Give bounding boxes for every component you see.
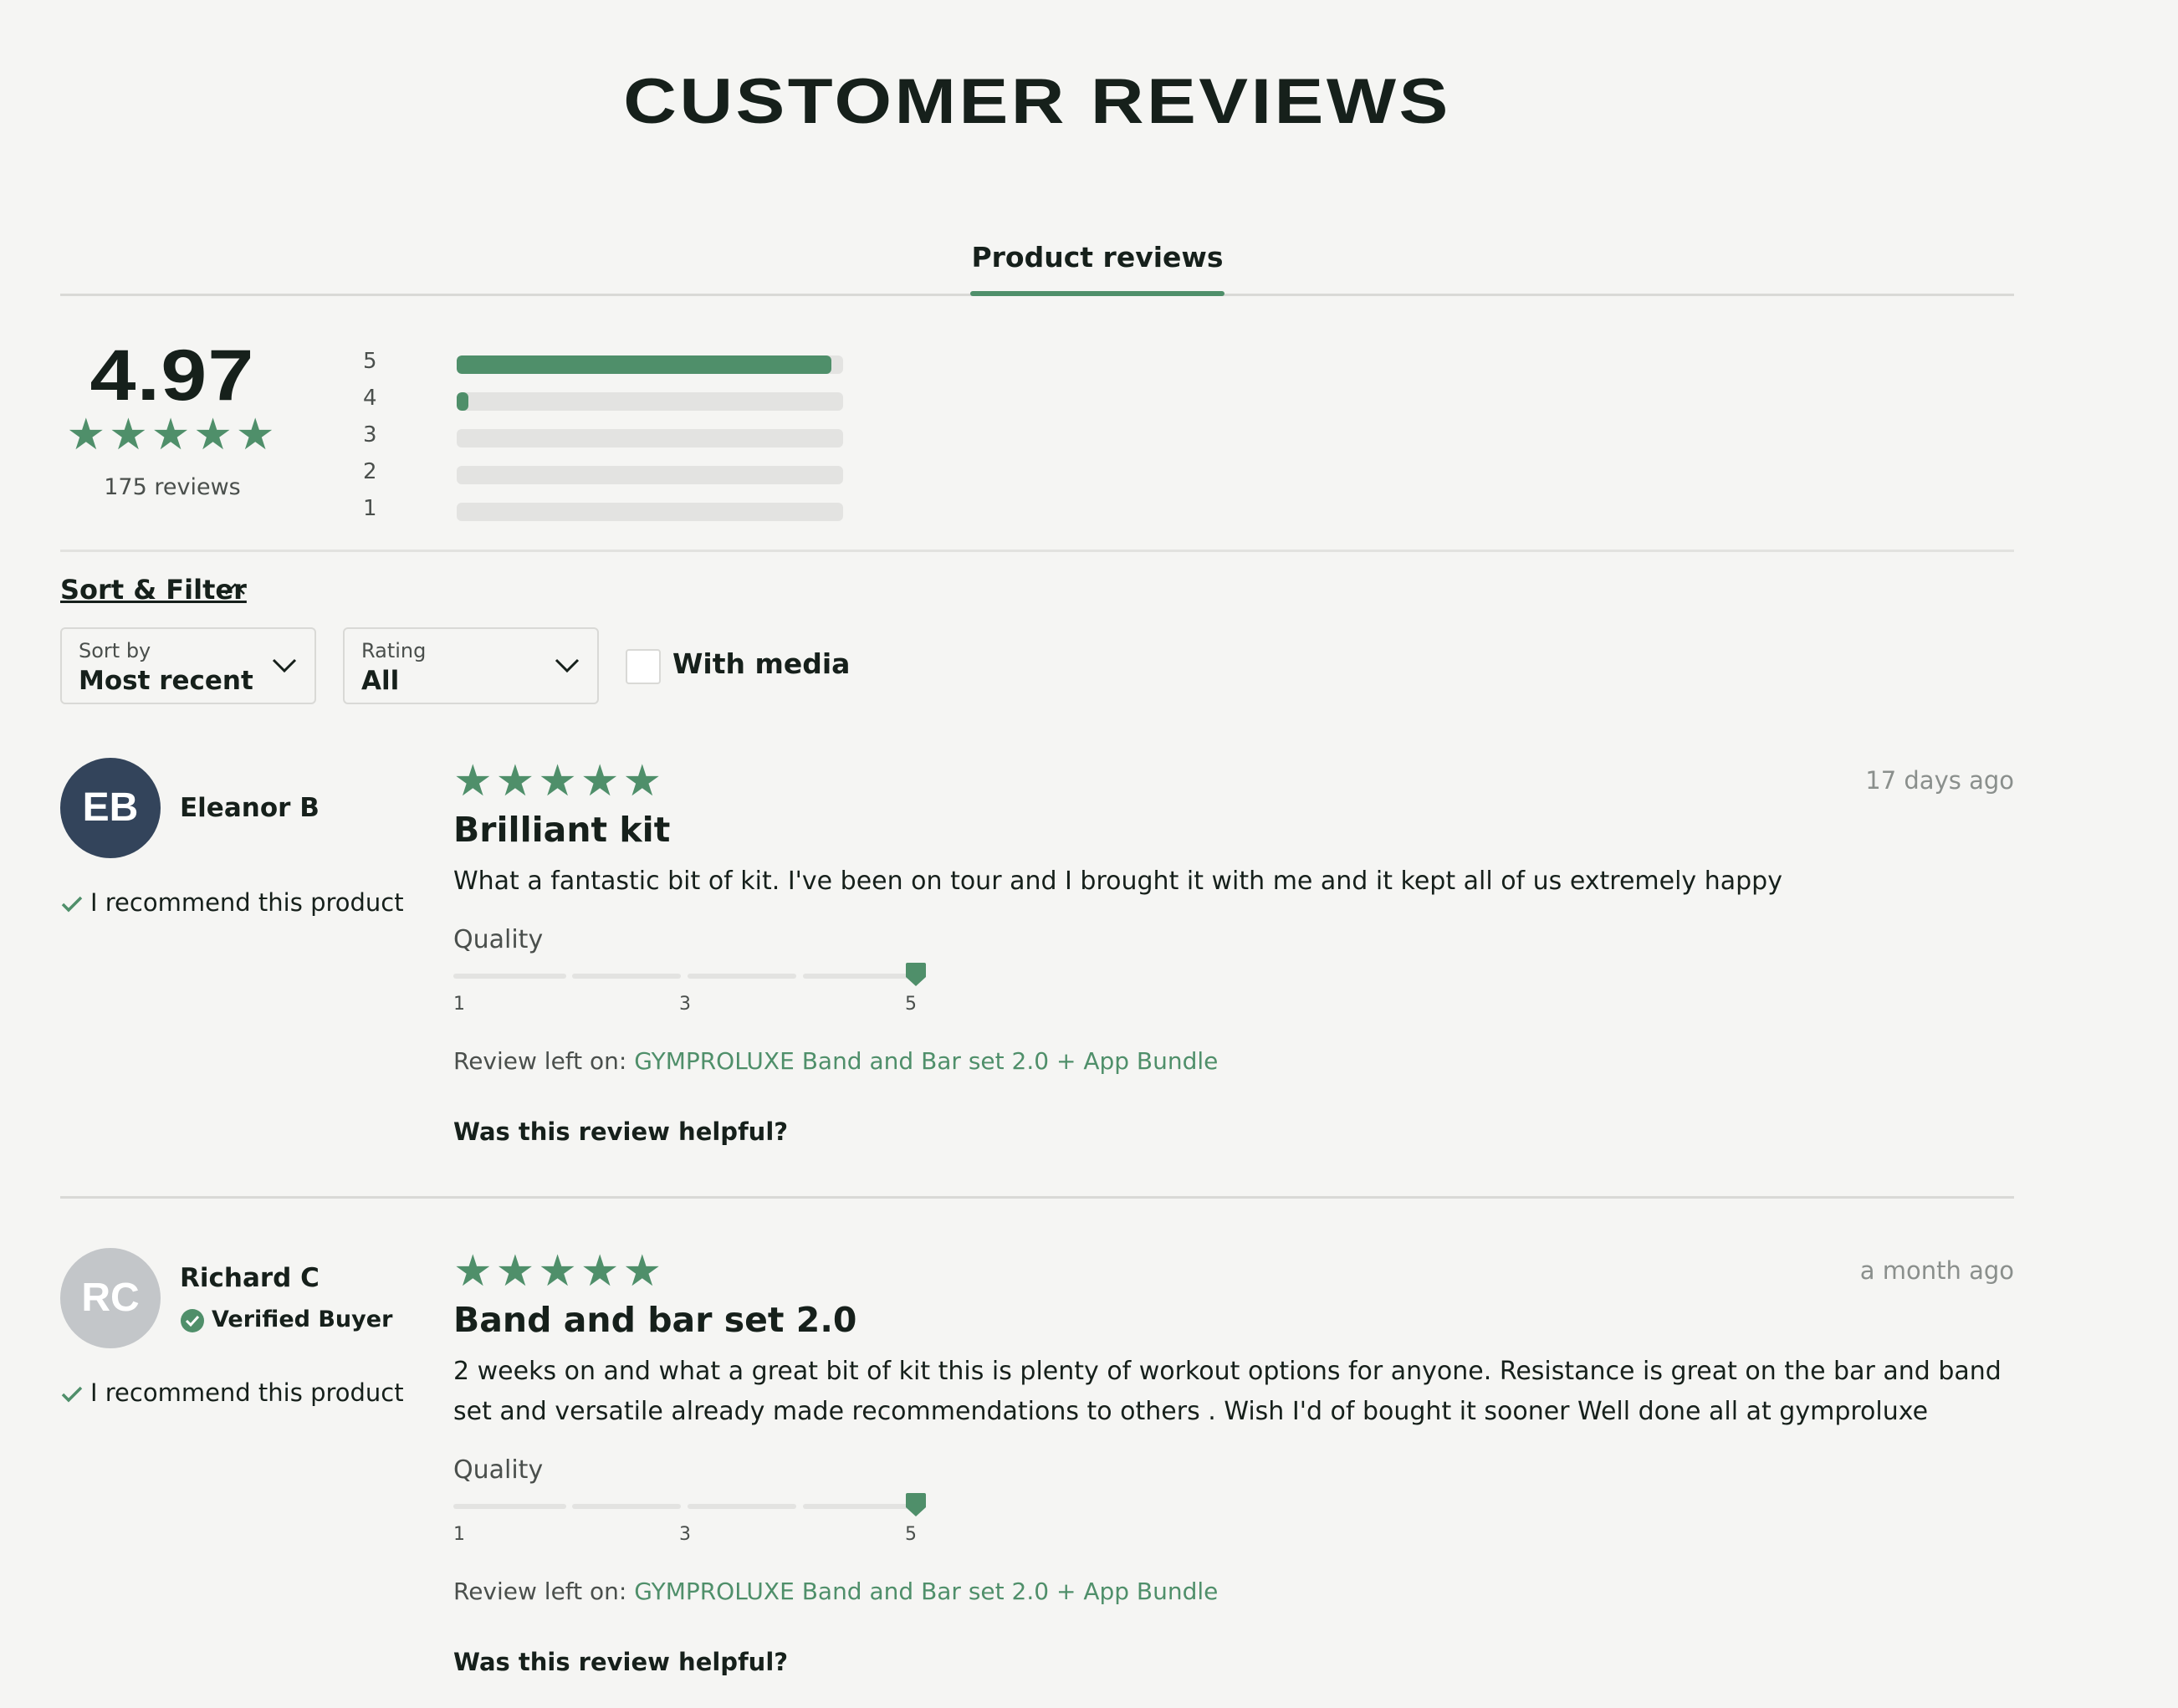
review-title: Band and bar set 2.0	[453, 1300, 857, 1340]
quality-label: Quality	[453, 925, 544, 954]
tab-product-reviews[interactable]: Product reviews	[970, 236, 1224, 296]
with-media-label[interactable]: With media	[672, 647, 850, 680]
breakdown-label: 4	[363, 386, 377, 411]
quality-segment	[688, 1504, 796, 1509]
helpful-prompt: Was this review helpful?	[453, 1117, 789, 1146]
quality-segment	[572, 1504, 681, 1509]
breakdown-row[interactable]: 1	[363, 490, 865, 527]
product-link[interactable]: GYMPROLUXE Band and Bar set 2.0 + App Bu…	[634, 1047, 1218, 1075]
quality-tick: 5	[905, 1524, 917, 1545]
review-left-on: Review left on: GYMPROLUXE Band and Bar …	[453, 1047, 1218, 1075]
review-divider	[60, 1196, 2014, 1199]
quality-tick: 1	[453, 994, 465, 1015]
review-title: Brilliant kit	[453, 810, 671, 850]
review-stars: ★★★★★	[453, 1246, 666, 1296]
quality-tick: 3	[679, 994, 691, 1015]
tab-bar: Product reviews	[60, 236, 2014, 296]
verified-label: Verified Buyer	[212, 1307, 393, 1332]
review-stars: ★★★★★	[453, 756, 666, 806]
recommend-text: I recommend this product	[90, 1378, 404, 1407]
breakdown-fill	[457, 392, 468, 411]
breakdown-row[interactable]: 3	[363, 417, 865, 453]
with-media-checkbox[interactable]	[626, 649, 661, 684]
quality-segment	[453, 1504, 566, 1509]
breakdown-track	[457, 392, 843, 411]
quality-marker-icon	[906, 1493, 926, 1516]
quality-ticks: 1 3 5	[453, 1524, 955, 1549]
review-body: What a fantastic bit of kit. I've been o…	[453, 867, 1782, 896]
breakdown-track	[457, 503, 843, 521]
review-body: 2 weeks on and what a great bit of kit t…	[453, 1357, 2002, 1426]
quality-scale	[453, 962, 938, 995]
check-icon	[61, 896, 83, 913]
review-count: 175 reviews	[104, 474, 241, 500]
breakdown-fill	[457, 355, 832, 374]
quality-segment	[803, 974, 912, 979]
review-date: 17 days ago	[1865, 766, 2014, 795]
review-left-on: Review left on: GYMPROLUXE Band and Bar …	[453, 1578, 1218, 1605]
breakdown-label: 5	[363, 349, 377, 374]
sort-by-select[interactable]: Sort by Most recent	[60, 627, 316, 704]
rating-breakdown: 5 4 3 2 1	[363, 343, 865, 527]
review-card: RC Richard C Verified Buyer I recommend …	[60, 1248, 2014, 1700]
breakdown-track	[457, 429, 843, 447]
breakdown-row[interactable]: 5	[363, 343, 865, 380]
recommend-note: I recommend this product	[60, 1378, 404, 1407]
rating-summary: 4.97 ★★★★★ 175 reviews 5 4 3 2 1	[60, 309, 2014, 552]
avatar: EB	[60, 758, 161, 858]
page-title: CUSTOMER REVIEWS	[623, 66, 1451, 137]
quality-segment	[688, 974, 796, 979]
breakdown-track	[457, 466, 843, 484]
sort-by-value: Most recent	[79, 666, 253, 696]
reviewer-name: Richard C	[180, 1263, 320, 1293]
breakdown-label: 2	[363, 459, 377, 484]
breakdown-label: 1	[363, 496, 377, 521]
breakdown-row[interactable]: 4	[363, 380, 865, 417]
rating-select[interactable]: Rating All	[343, 627, 599, 704]
average-rating: 4.97	[89, 335, 255, 416]
sort-by-label: Sort by	[79, 639, 151, 662]
quality-ticks: 1 3 5	[453, 994, 955, 1019]
quality-tick: 3	[679, 1524, 691, 1545]
quality-tick: 1	[453, 1524, 465, 1545]
quality-marker-icon	[906, 963, 926, 986]
quality-segment	[803, 1504, 912, 1509]
left-on-prefix: Review left on:	[453, 1578, 627, 1605]
quality-tick: 5	[905, 994, 917, 1015]
helpful-prompt: Was this review helpful?	[453, 1648, 789, 1676]
review-card: EB Eleanor B I recommend this product ★★…	[60, 758, 2014, 1159]
product-link[interactable]: GYMPROLUXE Band and Bar set 2.0 + App Bu…	[634, 1578, 1218, 1605]
chevron-down-icon	[272, 658, 297, 673]
average-stars: ★★★★★	[66, 410, 279, 460]
left-on-prefix: Review left on:	[453, 1047, 627, 1075]
chevron-down-icon	[555, 658, 580, 673]
reviewer-name: Eleanor B	[180, 793, 320, 823]
reviews-page: CUSTOMER REVIEWS Product reviews 4.97 ★★…	[0, 0, 2178, 1708]
recommend-note: I recommend this product	[60, 888, 404, 917]
review-date: a month ago	[1859, 1256, 2014, 1285]
rating-label: Rating	[361, 639, 427, 662]
sort-filter-toggle[interactable]: Sort & Filter	[60, 574, 247, 606]
quality-segment	[453, 974, 566, 979]
quality-label: Quality	[453, 1455, 544, 1485]
breakdown-row[interactable]: 2	[363, 453, 865, 490]
verified-check-icon	[181, 1309, 204, 1332]
quality-scale	[453, 1492, 938, 1526]
active-tab-indicator	[970, 291, 1224, 296]
rating-value: All	[361, 666, 400, 696]
recommend-text: I recommend this product	[90, 888, 404, 917]
check-icon	[61, 1386, 83, 1403]
breakdown-label: 3	[363, 422, 377, 447]
avatar: RC	[60, 1248, 161, 1348]
chevron-up-icon[interactable]	[222, 579, 248, 599]
breakdown-track	[457, 355, 843, 374]
quality-segment	[572, 974, 681, 979]
